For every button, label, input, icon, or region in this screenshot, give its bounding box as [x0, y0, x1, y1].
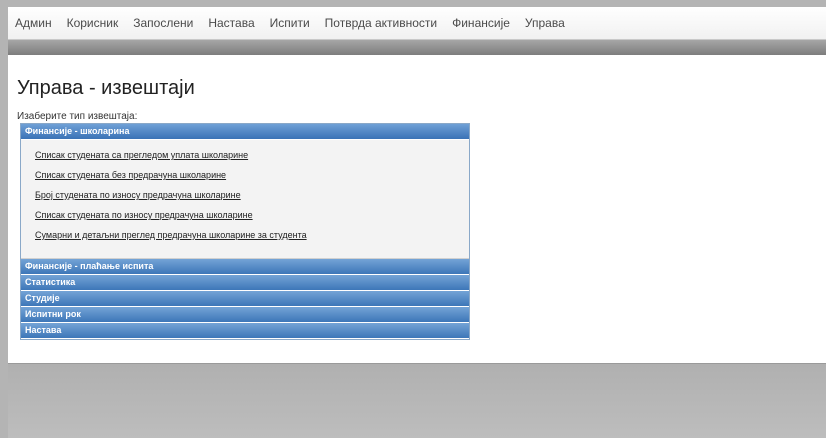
- sub-navigation-bar: [8, 40, 826, 55]
- main-content: Управа - извештаји Изаберите тип извешта…: [8, 55, 826, 364]
- top-navigation: Админ Корисник Запослени Настава Испити …: [8, 7, 826, 40]
- accordion-header-statistics[interactable]: Статистика: [21, 275, 469, 291]
- nav-item-admin[interactable]: Админ: [15, 16, 52, 30]
- footer-area: [8, 364, 826, 438]
- nav-item-exams[interactable]: Испити: [270, 16, 310, 30]
- nav-item-user[interactable]: Корисник: [67, 16, 119, 30]
- accordion-header-exam-period[interactable]: Испитни рок: [21, 307, 469, 323]
- accordion-panel-finance-tuition: Списак студената са прегледом уплата шко…: [21, 140, 469, 259]
- accordion-header-teaching[interactable]: Настава: [21, 323, 469, 339]
- report-link-students-tuition-payments[interactable]: Списак студената са прегледом уплата шко…: [35, 150, 248, 160]
- nav-item-employees[interactable]: Запослени: [133, 16, 193, 30]
- report-link-student-count-by-invoice[interactable]: Број студената по износу предрачуна школ…: [35, 190, 241, 200]
- accordion-header-finance-tuition[interactable]: Финансије - школарина: [21, 124, 469, 140]
- report-link-student-invoice-summary[interactable]: Сумарни и детаљни преглед предрачуна шко…: [35, 230, 307, 240]
- accordion-header-finance-exam-payments[interactable]: Финансије - плаћање испита: [21, 259, 469, 275]
- nav-item-finance[interactable]: Финансије: [452, 16, 510, 30]
- nav-item-management[interactable]: Управа: [525, 16, 565, 30]
- report-accordion: Финансије - школарина Списак студената с…: [20, 123, 470, 340]
- nav-item-teaching[interactable]: Настава: [208, 16, 254, 30]
- page-title: Управа - извештаји: [17, 77, 195, 99]
- report-link-students-without-invoice[interactable]: Списак студената без предрачуна школарин…: [35, 170, 226, 180]
- report-link-students-by-invoice-amount[interactable]: Списак студената по износу предрачуна шк…: [35, 210, 253, 220]
- accordion-header-studies[interactable]: Студије: [21, 291, 469, 307]
- nav-item-activity-confirmation[interactable]: Потврда активности: [325, 16, 437, 30]
- report-type-label: Изаберите тип извештаја:: [17, 111, 138, 122]
